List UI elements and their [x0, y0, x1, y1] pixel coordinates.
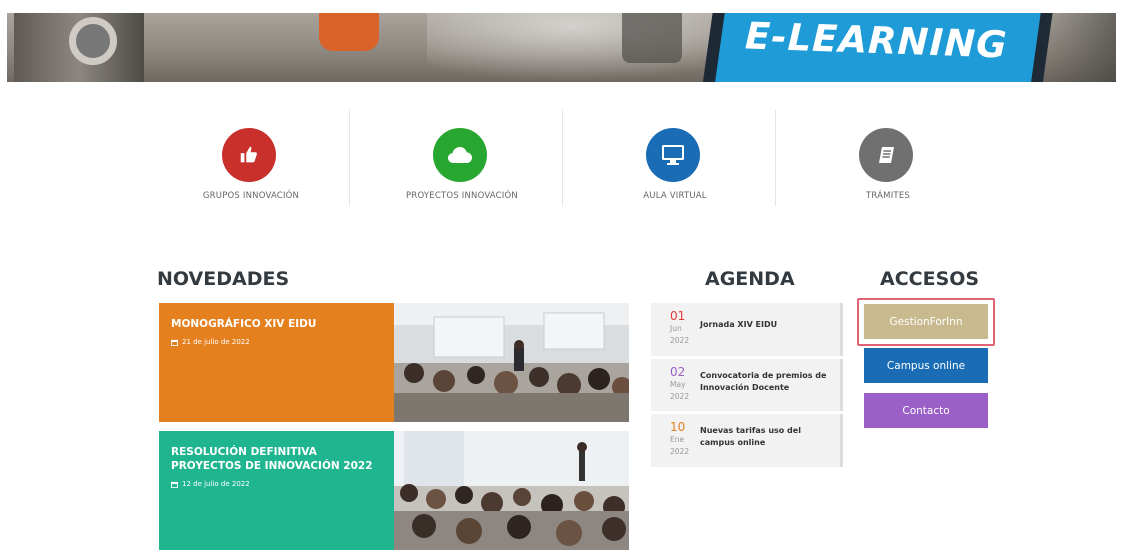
- agenda-item[interactable]: 01 Jun 2022 Jornada XIV EIDU: [651, 303, 843, 355]
- feature-label: AULA VIRTUAL: [643, 191, 707, 201]
- feature-divider: [562, 110, 563, 206]
- agenda-day: 02: [670, 365, 686, 379]
- news-card-panel: RESOLUCIÓN DEFINITIVA PROYECTOS DE INNOV…: [159, 431, 394, 550]
- agenda-item[interactable]: 02 May 2022 Convocatoria de premios de I…: [651, 359, 843, 411]
- agenda-title[interactable]: Nuevas tarifas uso del campus online: [700, 425, 835, 449]
- banner-title: E-LEARNING: [744, 14, 1009, 67]
- feature-label: PROYECTOS INNOVACIÓN: [406, 191, 518, 201]
- feature-tramites[interactable]: TRÁMITES: [782, 110, 994, 206]
- feature-label: TRÁMITES: [866, 191, 910, 201]
- hero-banner: E-LEARNING: [7, 13, 1116, 82]
- cloud-icon: [448, 147, 472, 163]
- agenda-day: 10: [670, 420, 686, 434]
- agenda-day: 01: [670, 309, 686, 323]
- feature-label: GRUPOS INNOVACIÓN: [202, 191, 300, 201]
- agenda-title[interactable]: Jornada XIV EIDU: [700, 319, 835, 331]
- news-title[interactable]: RESOLUCIÓN DEFINITIVA PROYECTOS DE INNOV…: [171, 445, 382, 473]
- news-date-row: 21 de julio de 2022: [171, 338, 382, 346]
- feature-proyectos-innovacion[interactable]: PROYECTOS INNOVACIÓN: [356, 110, 568, 206]
- feature-divider: [775, 110, 776, 206]
- news-date: 21 de julio de 2022: [182, 338, 250, 346]
- agenda-item[interactable]: 10 Ene 2022 Nuevas tarifas uso del campu…: [651, 414, 843, 466]
- banner-decor-glass: [622, 13, 682, 63]
- news-card[interactable]: MONOGRÁFICO XIV EIDU 21 de julio de 2022: [159, 303, 629, 422]
- agenda-heading: AGENDA: [705, 268, 795, 290]
- news-date-row: 12 de julio de 2022: [171, 480, 382, 488]
- thumbs-up-icon: [240, 146, 257, 163]
- calendar-icon: [171, 339, 178, 346]
- news-title[interactable]: MONOGRÁFICO XIV EIDU: [171, 317, 382, 331]
- feature-links: GRUPOS INNOVACIÓN PROYECTOS INNOVACIÓN A…: [145, 110, 991, 206]
- calendar-icon: [171, 481, 178, 488]
- campus-online-button[interactable]: Campus online: [864, 348, 988, 383]
- agenda-year: 2022: [670, 336, 690, 345]
- news-date: 12 de julio de 2022: [182, 480, 250, 488]
- feature-grupos-innovacion[interactable]: GRUPOS INNOVACIÓN: [145, 110, 357, 206]
- feature-aula-virtual[interactable]: AULA VIRTUAL: [569, 110, 781, 206]
- agenda-list: 01 Jun 2022 Jornada XIV EIDU 02 May 2022…: [651, 303, 843, 467]
- feature-circle: [646, 128, 700, 182]
- feature-divider: [349, 110, 350, 206]
- agenda-month: May: [670, 380, 686, 389]
- news-card[interactable]: RESOLUCIÓN DEFINITIVA PROYECTOS DE INNOV…: [159, 431, 629, 550]
- access-heading: ACCESOS: [880, 268, 980, 290]
- news-photo-conference: [394, 303, 629, 422]
- contacto-button[interactable]: Contacto: [864, 393, 988, 428]
- news-heading: NOVEDADES: [157, 268, 290, 290]
- monitor-icon: [662, 145, 684, 165]
- news-card-panel: MONOGRÁFICO XIV EIDU 21 de julio de 2022: [159, 303, 394, 422]
- feature-circle: [222, 128, 276, 182]
- banner-decor-shade: [1036, 13, 1116, 82]
- book-icon: [879, 147, 894, 163]
- agenda-year: 2022: [670, 447, 690, 456]
- agenda-title[interactable]: Convocatoria de premios de Innovación Do…: [700, 370, 835, 394]
- feature-circle: [859, 128, 913, 182]
- gestionforinn-button[interactable]: GestionForInn: [864, 304, 988, 339]
- banner-decor-mug: [319, 13, 379, 51]
- agenda-year: 2022: [670, 392, 690, 401]
- agenda-month: Jun: [670, 324, 682, 333]
- agenda-month: Ene: [670, 435, 685, 444]
- banner-decor-knob: [69, 17, 117, 65]
- feature-circle: [433, 128, 487, 182]
- news-photo-audience: [394, 431, 629, 550]
